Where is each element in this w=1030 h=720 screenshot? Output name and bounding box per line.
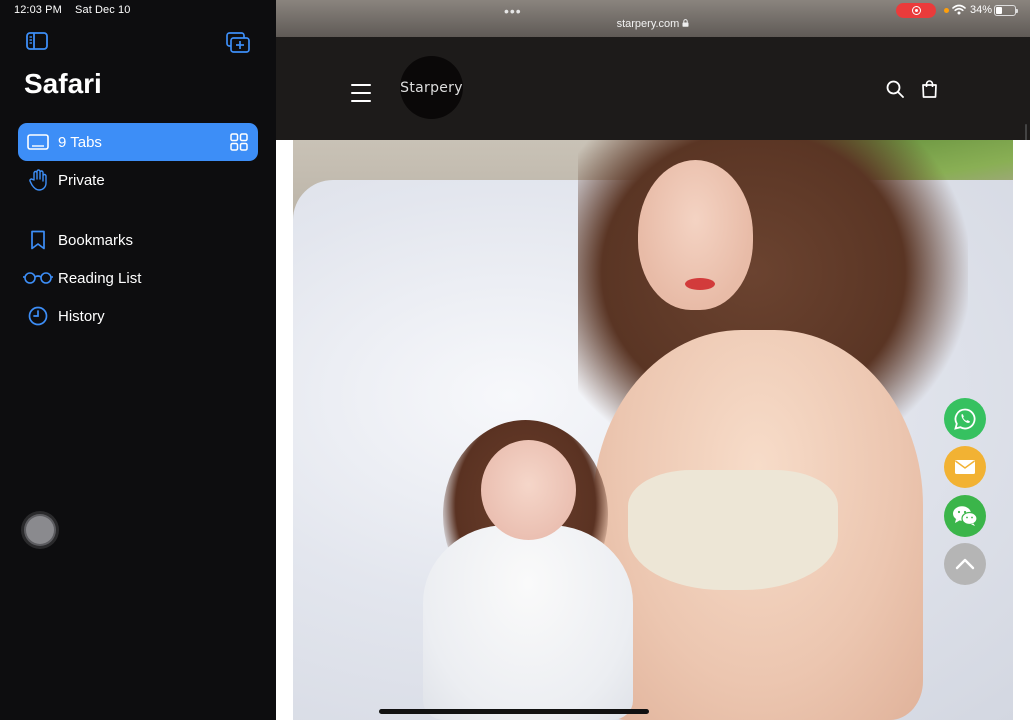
sidebar-item-label: Private (58, 171, 105, 189)
sidebar-item-label: Reading List (58, 269, 142, 287)
tabs-icon (18, 134, 58, 150)
product-area (276, 140, 1030, 720)
url-text[interactable]: starpery.com (276, 18, 1030, 30)
logo-text: Starpery (400, 79, 463, 96)
url-domain: starpery.com (616, 18, 680, 30)
hand-icon (18, 169, 58, 191)
tab-overview-icon[interactable] (230, 133, 248, 156)
site-logo[interactable]: Starpery (400, 56, 463, 119)
chevron-up-icon (955, 558, 975, 570)
battery-icon (994, 5, 1018, 16)
assistive-touch-button[interactable] (21, 511, 59, 549)
sidebar-item-label: Bookmarks (58, 231, 134, 249)
screen-recording-indicator[interactable] (896, 3, 936, 18)
mic-in-use-indicator (944, 8, 949, 13)
new-tab-group-icon (226, 32, 250, 53)
glasses-icon (18, 271, 58, 285)
wifi-icon (952, 4, 966, 15)
lock-icon (682, 18, 689, 30)
sidebar: 12:03 PM Sat Dec 10 Safari 9 Tabs Privat… (0, 0, 276, 720)
sidebar-item-tabs[interactable]: 9 Tabs (18, 123, 258, 161)
bookmark-icon (18, 230, 58, 250)
status-time: 12:03 PM (14, 4, 62, 16)
record-icon (911, 6, 921, 15)
new-tab-group-button[interactable] (226, 32, 250, 54)
email-icon (955, 460, 975, 474)
site-header: Starpery (276, 37, 1030, 140)
browser-view: ••• starpery.com 34% Starpery (276, 0, 1030, 720)
sidebar-item-private[interactable]: Private (18, 161, 258, 199)
sidebar-item-bookmarks[interactable]: Bookmarks (18, 221, 258, 259)
home-indicator[interactable] (379, 709, 649, 714)
status-date: Sat Dec 10 (75, 4, 131, 16)
clock-icon (18, 306, 58, 326)
sidebar-item-label: 9 Tabs (58, 133, 102, 151)
wechat-button[interactable] (944, 495, 986, 537)
status-bar-left: 12:03 PM Sat Dec 10 (14, 4, 140, 16)
whatsapp-icon (954, 408, 976, 430)
url-bar[interactable]: ••• starpery.com 34% (276, 0, 1030, 37)
wechat-icon (953, 506, 978, 526)
search-icon[interactable] (886, 80, 904, 103)
sidebar-item-reading-list[interactable]: Reading List (18, 259, 258, 297)
app-title: Safari (24, 68, 102, 99)
scroll-top-button[interactable] (944, 543, 986, 585)
menu-icon[interactable] (351, 84, 371, 102)
email-button[interactable] (944, 446, 986, 488)
sidebar-icon (26, 32, 48, 50)
whatsapp-button[interactable] (944, 398, 986, 440)
more-options-dots[interactable]: ••• (504, 3, 522, 19)
sidebar-item-history[interactable]: History (18, 297, 258, 335)
sidebar-item-label: History (58, 307, 105, 325)
sidebar-toggle-button[interactable] (26, 32, 48, 52)
battery-percent: 34% (970, 4, 993, 16)
cart-icon[interactable] (921, 80, 938, 103)
product-image[interactable] (293, 140, 1013, 720)
battery-fill (996, 7, 1003, 14)
